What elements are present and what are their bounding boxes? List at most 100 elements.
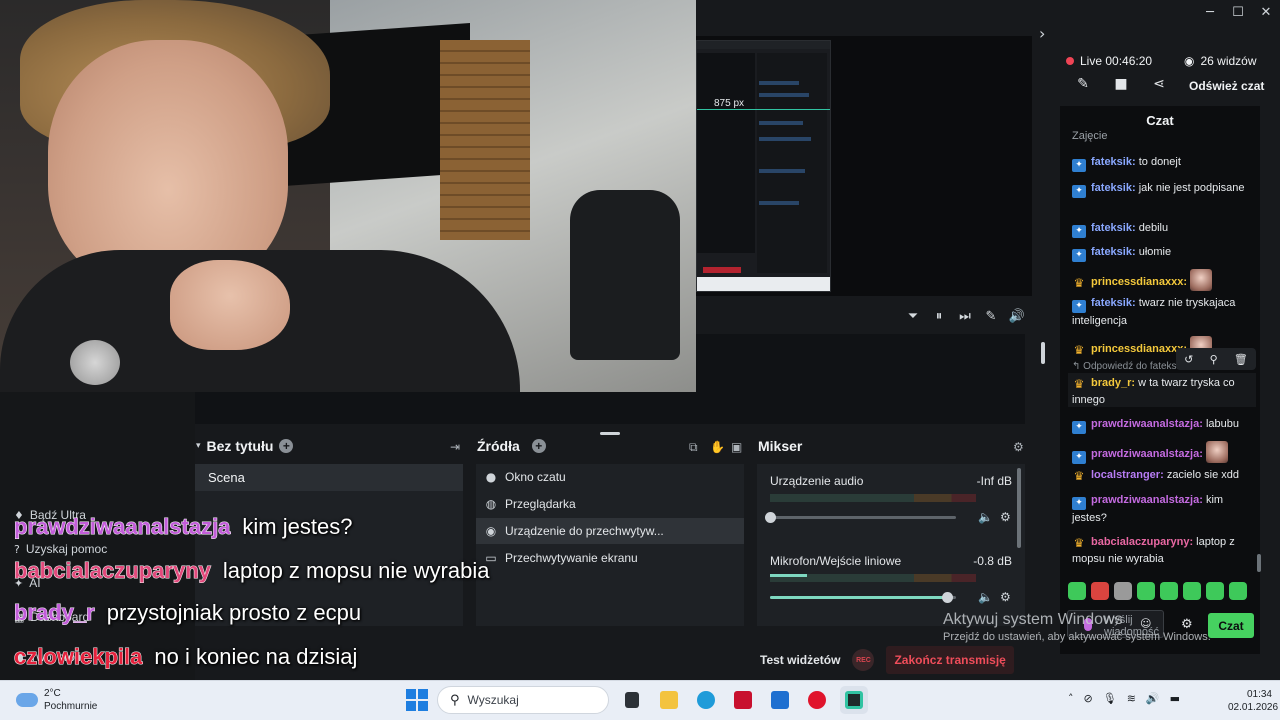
- chat-username[interactable]: brady_r: [1091, 377, 1131, 389]
- mute-alerts-icon[interactable]: ✎: [983, 308, 999, 324]
- speaker-icon[interactable]: 🔈: [978, 590, 993, 604]
- gear-icon[interactable]: ⚙: [1000, 510, 1011, 524]
- emote-icon[interactable]: [1137, 582, 1155, 600]
- chat-username[interactable]: princessdianaxxx: [1091, 276, 1183, 288]
- volume-slider[interactable]: [770, 592, 956, 603]
- source-item[interactable]: ◍ Przeglądarka: [476, 491, 744, 517]
- chat-username[interactable]: prawdziwaanalstazja: [1091, 448, 1199, 460]
- filter-icon[interactable]: ⏷: [905, 308, 921, 324]
- chat-username[interactable]: fateksik: [1091, 156, 1132, 168]
- undo-icon[interactable]: ↺: [1184, 353, 1193, 366]
- add-source-button[interactable]: +: [531, 439, 546, 453]
- crown-badge-icon: ♛: [1073, 536, 1085, 550]
- taskbar-clock[interactable]: 01:34 02.01.2026: [1228, 688, 1278, 714]
- chat-message[interactable]: ✦ prawdziwaanalstazja:: [1072, 441, 1256, 464]
- scrollbar[interactable]: [1041, 342, 1045, 364]
- chat-message[interactable]: ♛ babcialaczuparyny: laptop z mopsu nie w…: [1072, 534, 1256, 568]
- chat-message[interactable]: ♛ brady_r: w ta twarz tryska co innego: [1072, 375, 1256, 409]
- chat-message[interactable]: ✦ fateksik: debilu: [1072, 220, 1256, 238]
- wifi-icon[interactable]: ≋: [1127, 692, 1136, 705]
- edit-icon[interactable]: ✎: [1064, 76, 1102, 92]
- resize-handle[interactable]: [600, 432, 620, 435]
- chat-username[interactable]: fateksik: [1091, 222, 1132, 234]
- end-stream-button[interactable]: Zakończ transmisję: [886, 646, 1014, 674]
- chat-message[interactable]: ✦ fateksik: twarz nie tryskajaca intelige…: [1072, 295, 1256, 330]
- chat-message[interactable]: ♛ princessdianaxxx:: [1072, 269, 1256, 291]
- file-explorer-icon[interactable]: [655, 686, 683, 714]
- chevron-right-icon[interactable]: ›: [1039, 24, 1045, 43]
- chat-username[interactable]: fateksik: [1091, 246, 1132, 258]
- source-item-selected[interactable]: ◉ Urządzenie do przechwytyw...: [476, 518, 744, 544]
- maximize-icon[interactable]: ☐: [1224, 0, 1252, 24]
- source-item[interactable]: ● Okno czatu: [476, 464, 744, 490]
- chat-message[interactable]: ✦ prawdziwaanalstazja: labubu: [1072, 416, 1256, 434]
- minimize-icon[interactable]: ─: [1196, 0, 1224, 24]
- speaker-icon[interactable]: 🔈: [978, 510, 993, 524]
- opera-icon[interactable]: [803, 686, 831, 714]
- camera-icon[interactable]: ■: [1102, 76, 1140, 92]
- emote-icon[interactable]: [1114, 582, 1132, 600]
- chat-username[interactable]: prawdziwaanalstazja: [1091, 494, 1199, 506]
- volume-slider-knob[interactable]: [941, 592, 953, 603]
- weather-widget[interactable]: 2°C Pochmurnie: [16, 687, 97, 713]
- audio-meter-level: [770, 574, 808, 577]
- emote-icon[interactable]: [1229, 582, 1247, 600]
- share-icon[interactable]: ⋖: [1140, 76, 1178, 92]
- close-icon[interactable]: ✕: [1252, 0, 1280, 24]
- chat-message[interactable]: ✦ fateksik: ułomie: [1072, 244, 1256, 262]
- scene-transition-icon[interactable]: ⇥: [450, 440, 460, 454]
- delete-icon[interactable]: 🗑: [1234, 353, 1248, 366]
- chat-username[interactable]: fateksik: [1091, 297, 1132, 309]
- add-scene-button[interactable]: +: [279, 439, 294, 453]
- emote-icon[interactable]: [1206, 582, 1224, 600]
- speaker-icon[interactable]: 🔊: [1146, 692, 1160, 705]
- edge-icon[interactable]: [692, 686, 720, 714]
- chat-scrollbar[interactable]: [1257, 554, 1261, 572]
- refresh-chat-button[interactable]: Odśwież czat: [1189, 79, 1264, 93]
- record-button[interactable]: REC: [852, 649, 875, 671]
- gear-icon[interactable]: ⚙: [1013, 440, 1024, 454]
- chat-message[interactable]: ✦ fateksik: jak nie jest podpisane: [1072, 180, 1256, 198]
- chat-message[interactable]: ✦ prawdziwaanalstazja: kim jestes?: [1072, 492, 1256, 527]
- emote-icon[interactable]: [1183, 582, 1201, 600]
- emote-icon[interactable]: [1068, 582, 1086, 600]
- scene-item[interactable]: Scena: [195, 464, 463, 491]
- chat-username[interactable]: localstranger: [1091, 469, 1160, 481]
- pin-icon[interactable]: ⚲: [1210, 353, 1218, 366]
- chat-message[interactable]: ✦ fateksik: to donejt: [1072, 154, 1256, 172]
- volume-slider[interactable]: [765, 512, 956, 523]
- eye-icon: ◉: [1184, 54, 1195, 68]
- taskbar-search[interactable]: ⚲ Wyszukaj: [437, 686, 609, 714]
- chevron-up-icon[interactable]: ˄: [1068, 692, 1074, 705]
- test-widgets-button[interactable]: Test widżetów: [760, 653, 840, 667]
- mixer-scrollbar[interactable]: [1017, 468, 1021, 548]
- volume-slider-knob[interactable]: [765, 512, 776, 523]
- chat-username[interactable]: babcialaczuparyny: [1091, 536, 1189, 548]
- source-item[interactable]: ▭ Przechwytywanie ekranu: [476, 545, 744, 571]
- chat-username[interactable]: prawdziwaanalstazja: [1091, 418, 1199, 430]
- battery-icon[interactable]: ▬: [1170, 692, 1180, 705]
- sidebar-item-help[interactable]: ? Uzyskaj pomoc: [14, 542, 107, 556]
- chat-separator: :: [1199, 418, 1206, 430]
- emote-icon[interactable]: [1160, 582, 1178, 600]
- chevron-down-icon[interactable]: ▾: [196, 441, 201, 451]
- mcafee-icon[interactable]: [729, 686, 757, 714]
- selective-recording-icon[interactable]: ⧉: [689, 440, 698, 455]
- volume-icon[interactable]: 🔊: [1009, 308, 1025, 324]
- windows-start-icon[interactable]: [406, 689, 428, 711]
- emote-icon[interactable]: [1091, 582, 1109, 600]
- send-chat-button[interactable]: Czat: [1208, 613, 1254, 638]
- hand-icon[interactable]: ✋: [710, 440, 725, 454]
- store-icon[interactable]: [766, 686, 794, 714]
- pause-icon[interactable]: ⏸: [931, 308, 947, 324]
- notification-off-icon[interactable]: ⊘: [1084, 692, 1093, 705]
- task-view-icon[interactable]: [618, 686, 646, 714]
- streamlabs-icon[interactable]: [840, 686, 868, 714]
- chat-message[interactable]: ♛ localstranger: zacielo sie xdd: [1072, 467, 1256, 484]
- gear-icon[interactable]: ⚙: [1000, 590, 1011, 604]
- microphone-icon[interactable]: 🎙: [1103, 692, 1117, 705]
- skip-icon[interactable]: ⏭: [957, 308, 973, 324]
- add-folder-icon[interactable]: ▣: [731, 440, 742, 454]
- chat-username[interactable]: princessdianaxxx: [1091, 343, 1183, 355]
- chat-username[interactable]: fateksik: [1091, 182, 1132, 194]
